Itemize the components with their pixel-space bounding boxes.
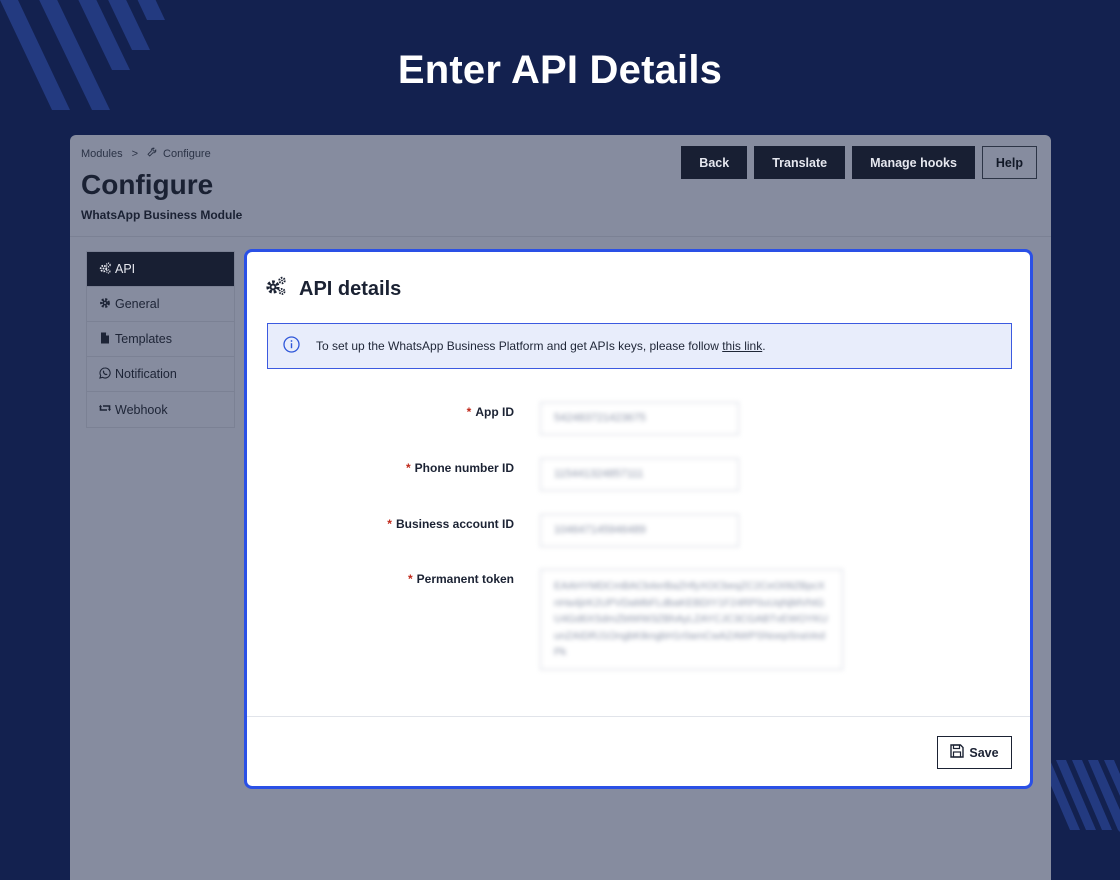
info-suffix: . bbox=[762, 339, 766, 353]
back-button[interactable]: Back bbox=[681, 146, 748, 179]
save-button[interactable]: Save bbox=[937, 736, 1012, 769]
gear-icon bbox=[99, 297, 111, 312]
required-mark: * bbox=[407, 572, 413, 586]
gears-icon bbox=[99, 262, 111, 277]
translate-button[interactable]: Translate bbox=[754, 146, 846, 179]
permanent-token-label: * Permanent token bbox=[264, 572, 514, 586]
app-window: Modules > Configure Configure WhatsApp B… bbox=[70, 135, 1051, 880]
info-text: To set up the WhatsApp Business Platform… bbox=[316, 339, 766, 353]
sidebar-item-notification[interactable]: Notification bbox=[87, 357, 234, 392]
save-icon bbox=[950, 744, 965, 761]
sidebar-item-label: API bbox=[115, 262, 136, 276]
permanent-token-textarea[interactable]: EAAHYMDCmBACb4erBaZHfyXOCbeqZC2CeO09ZBpc… bbox=[540, 569, 843, 670]
business-account-id-input[interactable]: 104647145946489 bbox=[540, 514, 739, 547]
breadcrumb: Modules > Configure bbox=[81, 147, 211, 160]
sidebar-item-webhook[interactable]: Webhook bbox=[87, 392, 234, 427]
api-details-panel: API details To set up the WhatsApp Busin… bbox=[244, 249, 1033, 789]
panel-heading: API details bbox=[265, 276, 401, 302]
sidebar-item-general[interactable]: General bbox=[87, 287, 234, 322]
permanent-token-label-text: Permanent token bbox=[416, 572, 514, 586]
whatsapp-icon bbox=[99, 366, 111, 382]
setup-link[interactable]: this link bbox=[722, 339, 762, 353]
business-account-id-label: * Business account ID bbox=[264, 517, 514, 531]
gears-icon bbox=[265, 276, 287, 302]
retweet-icon bbox=[99, 402, 111, 417]
sidebar-nav: API General Templates Notification Webho… bbox=[86, 251, 235, 428]
app-id-label: * App ID bbox=[264, 405, 514, 419]
phone-number-id-label: * Phone number ID bbox=[264, 461, 514, 475]
info-icon bbox=[283, 336, 300, 356]
info-alert: To set up the WhatsApp Business Platform… bbox=[267, 323, 1012, 369]
sidebar-item-label: General bbox=[115, 297, 160, 311]
sidebar-item-label: Notification bbox=[115, 367, 177, 381]
business-account-id-label-text: Business account ID bbox=[395, 517, 514, 531]
file-icon bbox=[99, 332, 111, 347]
toolbar: Back Translate Manage hooks Help bbox=[681, 146, 1037, 179]
sidebar-item-templates[interactable]: Templates bbox=[87, 322, 234, 357]
phone-number-id-label-text: Phone number ID bbox=[414, 461, 514, 475]
page-header: Modules > Configure Configure WhatsApp B… bbox=[70, 135, 1051, 237]
breadcrumb-separator: > bbox=[131, 147, 139, 160]
panel-title: API details bbox=[299, 277, 402, 300]
breadcrumb-current: Configure bbox=[163, 147, 211, 160]
wrench-icon bbox=[147, 147, 157, 160]
required-mark: * bbox=[387, 517, 392, 531]
sidebar-item-label: Templates bbox=[115, 332, 172, 346]
breadcrumb-modules-link[interactable]: Modules bbox=[81, 148, 123, 160]
manage-hooks-button[interactable]: Manage hooks bbox=[852, 146, 975, 179]
app-id-label-text: App ID bbox=[475, 405, 514, 419]
page-title: Configure bbox=[81, 169, 214, 200]
app-id-input[interactable]: 542483721423675 bbox=[540, 402, 739, 435]
required-mark: * bbox=[405, 461, 411, 475]
phone-number-id-input[interactable]: 115441324857111 bbox=[540, 458, 739, 491]
required-mark: * bbox=[466, 405, 472, 419]
sidebar-item-label: Webhook bbox=[115, 402, 168, 417]
panel-footer-divider bbox=[247, 716, 1030, 717]
help-button[interactable]: Help bbox=[981, 146, 1037, 179]
sidebar-item-api[interactable]: API bbox=[87, 252, 234, 287]
info-message: To set up the WhatsApp Business Platform… bbox=[316, 339, 723, 353]
save-label: Save bbox=[969, 745, 999, 760]
decorative-stripes-bottom-right bbox=[1040, 750, 1120, 850]
hero-title: Enter API Details bbox=[397, 48, 723, 92]
page-subtitle: WhatsApp Business Module bbox=[81, 208, 243, 222]
